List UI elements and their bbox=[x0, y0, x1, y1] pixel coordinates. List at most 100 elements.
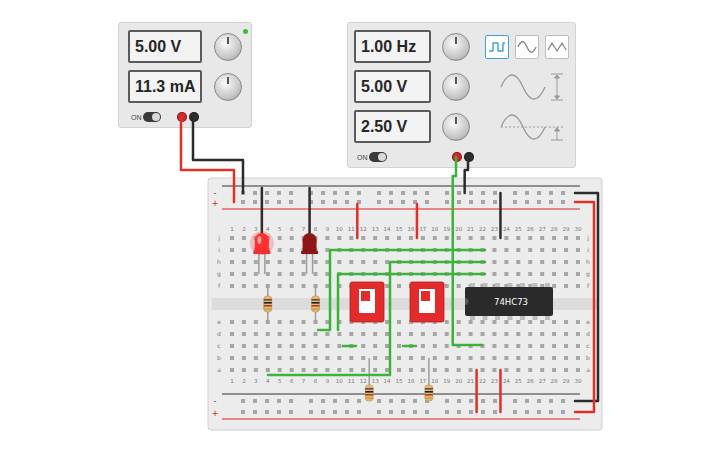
negative-terminal[interactable] bbox=[189, 112, 199, 122]
dip-switch[interactable] bbox=[350, 282, 384, 322]
column-number: 1515 bbox=[396, 226, 403, 384]
power-toggle[interactable]: ON bbox=[131, 112, 161, 122]
svg-text:28: 28 bbox=[551, 378, 558, 384]
wire[interactable] bbox=[261, 188, 264, 234]
svg-text:12: 12 bbox=[360, 226, 367, 232]
svg-text:i: i bbox=[587, 246, 589, 253]
wire[interactable] bbox=[308, 188, 311, 234]
row-letter: ii bbox=[218, 246, 589, 253]
readout-display: 2.50 V bbox=[354, 110, 431, 143]
column-number: 2121 bbox=[467, 226, 474, 384]
svg-text:9: 9 bbox=[326, 226, 330, 232]
wire[interactable] bbox=[465, 157, 468, 193]
wire[interactable] bbox=[499, 370, 502, 412]
svg-text:25: 25 bbox=[515, 378, 522, 384]
svg-text:10: 10 bbox=[336, 226, 343, 232]
svg-text:23: 23 bbox=[491, 378, 498, 384]
wire[interactable] bbox=[181, 117, 234, 202]
svg-text:2: 2 bbox=[242, 226, 246, 232]
wire[interactable] bbox=[499, 193, 502, 238]
toggle-track[interactable] bbox=[369, 152, 387, 162]
toggle-track[interactable] bbox=[143, 112, 161, 122]
column-number: 2929 bbox=[563, 226, 570, 384]
negative-terminal[interactable] bbox=[464, 152, 474, 162]
resistor[interactable] bbox=[425, 358, 433, 401]
svg-text:18: 18 bbox=[431, 378, 438, 384]
toggle-knob[interactable] bbox=[378, 153, 386, 161]
column-number: 2323 bbox=[491, 226, 498, 384]
wire[interactable] bbox=[343, 345, 356, 348]
svg-text:h: h bbox=[217, 258, 221, 265]
svg-text:25: 25 bbox=[515, 226, 522, 232]
power-supply-controls: ON bbox=[128, 112, 242, 122]
svg-text:4: 4 bbox=[266, 226, 270, 232]
chip[interactable]: 74HC73 bbox=[465, 283, 553, 320]
svg-text:j: j bbox=[217, 234, 220, 242]
toggle-knob[interactable] bbox=[152, 113, 160, 121]
adjust-knob[interactable] bbox=[214, 33, 242, 61]
dip-switch[interactable] bbox=[410, 282, 444, 322]
row-letter: dd bbox=[217, 330, 590, 337]
column-number: 2626 bbox=[527, 226, 534, 384]
wire[interactable] bbox=[338, 274, 485, 330]
led[interactable] bbox=[301, 233, 318, 274]
wire[interactable] bbox=[575, 202, 594, 412]
column-number: 22 bbox=[242, 226, 246, 384]
wire[interactable] bbox=[268, 262, 485, 375]
waveform-button[interactable] bbox=[485, 35, 509, 59]
row-letter: cc bbox=[217, 342, 589, 349]
power-supply-row: 11.3 mA bbox=[128, 70, 242, 103]
triangle-wave-icon bbox=[546, 38, 568, 56]
svg-text:a: a bbox=[217, 366, 221, 373]
svg-text:2: 2 bbox=[242, 378, 246, 384]
column-number: 66 bbox=[290, 226, 294, 384]
readout-display: 1.00 Hz bbox=[354, 30, 431, 63]
svg-text:11: 11 bbox=[348, 378, 355, 384]
svg-text:e: e bbox=[586, 318, 590, 325]
positive-terminal[interactable] bbox=[452, 152, 462, 162]
svg-text:8: 8 bbox=[314, 226, 318, 232]
svg-text:21: 21 bbox=[467, 378, 474, 384]
svg-text:d: d bbox=[586, 330, 590, 337]
svg-text:1: 1 bbox=[230, 378, 234, 384]
svg-text:12: 12 bbox=[360, 378, 367, 384]
svg-text:22: 22 bbox=[479, 378, 486, 384]
wire[interactable] bbox=[416, 204, 419, 238]
positive-terminal[interactable] bbox=[177, 112, 187, 122]
svg-text:7: 7 bbox=[302, 378, 306, 384]
adjust-knob[interactable] bbox=[442, 73, 470, 101]
adjust-knob[interactable] bbox=[442, 33, 470, 61]
wire[interactable] bbox=[318, 250, 485, 330]
adjust-knob[interactable] bbox=[214, 73, 242, 101]
column-number: 11 bbox=[230, 226, 234, 384]
power-supply: 5.00 V11.3 mAON bbox=[118, 22, 252, 128]
resistor[interactable] bbox=[365, 358, 373, 401]
wire[interactable] bbox=[575, 193, 598, 401]
svg-text:6: 6 bbox=[290, 378, 294, 384]
wire[interactable] bbox=[475, 370, 478, 412]
svg-text:14: 14 bbox=[384, 378, 391, 384]
toggle-label: ON bbox=[357, 154, 368, 161]
resistor[interactable] bbox=[264, 286, 272, 322]
column-number: 77 bbox=[302, 226, 306, 384]
column-number: 1616 bbox=[407, 226, 414, 384]
resistor[interactable] bbox=[312, 286, 320, 322]
svg-text:16: 16 bbox=[407, 378, 414, 384]
wire[interactable] bbox=[193, 117, 243, 193]
waveform-button[interactable] bbox=[515, 35, 539, 59]
svg-text:4: 4 bbox=[266, 378, 270, 384]
waveform-button[interactable] bbox=[545, 35, 569, 59]
wire[interactable] bbox=[356, 204, 359, 238]
adjust-knob[interactable] bbox=[442, 113, 470, 141]
wire[interactable] bbox=[453, 157, 482, 345]
row-letter: bb bbox=[217, 354, 590, 361]
svg-text:20: 20 bbox=[455, 378, 462, 384]
svg-text:f: f bbox=[587, 282, 590, 289]
led[interactable] bbox=[250, 231, 274, 274]
wire[interactable] bbox=[403, 345, 416, 348]
column-number: 44 bbox=[266, 226, 270, 384]
power-toggle[interactable]: ON bbox=[357, 152, 387, 162]
column-number: 33 bbox=[254, 226, 258, 384]
svg-text:27: 27 bbox=[539, 378, 546, 384]
svg-text:h: h bbox=[586, 258, 590, 265]
